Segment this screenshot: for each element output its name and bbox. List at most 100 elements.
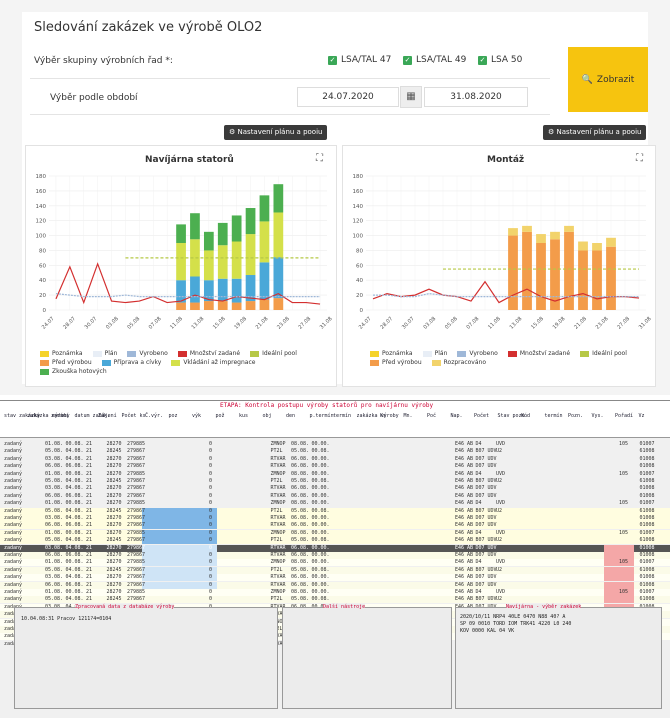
table-cell: 21 [86,448,93,455]
legend-item[interactable]: Před výrobou [40,359,92,366]
table-cell: 01008 [639,581,655,588]
legend-item[interactable]: Poznámka [370,350,413,357]
table-row[interactable]: zadaný 01.08.00.08.21 28270 279885 0 ZMNOP 08.… [0,441,670,448]
table-cell: UVD [496,589,506,595]
legend-label: Poznámka [382,350,413,357]
table-cell: D4 [475,589,482,595]
table-cell: UVD [496,441,506,447]
legend-item[interactable]: Zkouška hotových [40,368,107,375]
table-cell: D07 UDV [475,574,497,581]
legend-item[interactable]: Rozpracováno [431,359,486,366]
table-cell: 04.08. [65,515,84,521]
table-cell: 21 [86,552,93,558]
legend-item[interactable]: Ideální pool [250,350,297,357]
table-row[interactable]: zadaný 03.08.04.08.21 28270 279867 0 RTVAR 06.… [0,485,670,492]
table-cell: 01.08. [45,589,64,595]
table-cell: 21 [86,581,93,588]
group-checkbox-1[interactable]: ✓ LSA/TAL 47 [328,55,391,65]
table-cell: zadaný [4,537,23,544]
legend-item[interactable]: Množství zadané [507,350,570,357]
table-cell: 05.08. [291,566,310,573]
y-tick-label: 120 [36,219,47,225]
legend-item[interactable]: Poznámka [40,350,83,357]
date-from-input[interactable]: 24.07.2020 [297,87,399,107]
y-tick-label: 160 [36,189,47,195]
table-row[interactable]: zadaný05.08.04.08.21282452798670PT2L05.0… [0,537,670,545]
legend-item[interactable]: Ideální pool [580,350,627,357]
legend-item[interactable]: Plán [422,350,447,357]
table-cell: U2 [496,507,503,514]
table-cell: 03.08. [45,574,64,581]
table-row[interactable]: zadaný06.08.06.08.21282702798670RTVAR06.… [0,463,670,470]
legend-item[interactable]: Plán [92,350,117,357]
table-cell: RTVAR [270,574,286,581]
date-to-input[interactable]: 31.08.2020 [424,87,528,107]
legend-label: Rozpracováno [443,359,486,366]
x-tick-label: 21.08 [255,316,270,331]
legend-swatch [507,350,517,357]
table-cell: zadaný [4,470,23,477]
plan-settings-button-right[interactable]: ⚙ Nastavení plánu a pooiu [543,125,647,140]
legend-item[interactable]: Vyrobeno [127,350,168,357]
table-row[interactable]: zadaný 03.08.04.08.21 28270 279867 0 RTVAR 06.… [0,515,670,522]
search-icon: 🔍 [581,74,593,85]
table-row[interactable]: zadaný 01.08.00.08.21 28270 279885 0 ZMNOP 08.… [0,589,670,596]
table-row[interactable]: zadaný 03.08.04.08.21 28270 279867 0 RTVAR 06.… [0,574,670,582]
legend-label: Před výrobou [52,359,92,366]
terminal-header: ETAPA: Kontrola postupu výroby statorů p… [0,401,670,438]
group-checkbox-3[interactable]: ✓ LSA 50 [478,55,522,65]
expand-icon[interactable]: ⛶ [636,153,643,164]
bar-Vkládání až impregnace [273,212,284,258]
terminal-header-cell: termín [544,413,563,419]
table-row[interactable]: zadaný05.08.04.08.21282452798670PT2L05.0… [0,507,670,515]
table-row[interactable]: zadaný06.08.06.08.21282702798670RTVAR06.… [0,522,670,530]
table-row[interactable]: zadaný 01.08.00.08.21 28270 279885 0 ZMNOP 08.… [0,471,670,478]
x-tick-label: 24.07 [41,316,56,331]
table-cell: U2 [496,566,503,573]
table-row[interactable]: zadaný05.08.04.08.21282452798670PT2L05.0… [0,566,670,574]
table-row[interactable]: zadaný 01.08.00.08.21 28270 279885 0 ZMNOP 08.… [0,559,670,567]
group-checkbox-2[interactable]: ✓ LSA/TAL 49 [403,55,466,65]
check-icon: ✓ [478,55,487,65]
table-row[interactable]: zadaný05.08.04.08.21282452798670PT2L05.0… [0,448,670,455]
table-cell: E46 AB [455,537,474,544]
legend-item[interactable]: Vyrobeno [457,350,498,357]
table-cell: 28270 [106,559,122,566]
table-row[interactable]: zadaný 03.08.04.08.21 28270 279867 0 RTVAR 06.… [0,456,670,463]
terminal-header-cell: p.termín [309,413,334,419]
table-cell: 05.08. [45,448,64,455]
legend-swatch [250,350,260,357]
legend-item[interactable]: Před výrobou [370,359,422,366]
table-cell: 61008 [639,537,655,544]
table-row[interactable]: zadaný05.08.04.08.21282452798670PT2L05.0… [0,478,670,485]
table-row[interactable]: zadaný 01.08.00.08.21 28270 279885 0 ZMNOP 08.… [0,500,670,507]
table-cell: E46 AB [455,478,474,484]
table-cell: U2 [496,596,503,603]
table-row[interactable]: zadaný05.08.04.08.21282452798670PT2L05.0… [0,596,670,604]
table-cell: 01.08. [45,559,64,566]
table-cell: B07 UDV [475,448,497,455]
table-cell: zadaný [4,492,23,499]
bar-Vkládání až impregnace [259,221,270,263]
expand-icon[interactable]: ⛶ [316,153,323,164]
legend-item[interactable]: Vkládání až impregnace [171,359,255,366]
bar-Zkouška hotových [203,231,214,251]
plan-settings-button-left[interactable]: ⚙ Nastavení plánu a pooiu [224,125,328,140]
legend-item[interactable]: Množství zadané [177,350,240,357]
table-row[interactable]: zadaný06.08.06.08.21282702798670RTVAR06.… [0,581,670,589]
calendar-icon[interactable]: ▦ [400,86,422,108]
table-row[interactable]: zadaný 01.08.00.08.21 28270 279885 0 ZMNOP 08.… [0,529,670,537]
table-cell: 105 [619,441,629,447]
table-row[interactable]: zadaný 03.08.04.08.21 28270 279867 0 RTVAR 06.… [0,544,670,552]
cell-highlight [604,574,634,582]
table-cell: U2 [496,448,503,455]
legend-item[interactable]: Příprava a cívky [101,359,161,366]
show-button[interactable]: 🔍 Zobrazit [568,47,648,112]
pane-text-right-3: KOV 0000 KAL 04 VK [460,628,515,634]
table-row[interactable]: zadaný06.08.06.08.21282702798670RTVAR06.… [0,493,670,500]
y-tick-label: 180 [353,174,364,180]
table-cell: E46 AB [455,559,474,566]
table-row[interactable]: zadaný06.08.06.08.21282702798670RTVAR06.… [0,552,670,559]
table-cell: 21 [86,559,93,566]
legend-swatch [40,368,49,375]
